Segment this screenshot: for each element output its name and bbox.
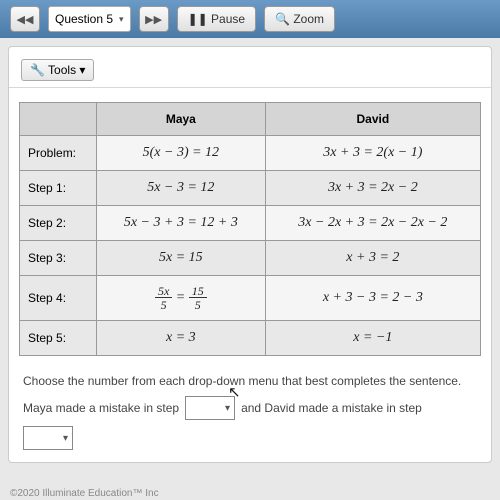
chevron-down-icon: ▾ xyxy=(119,14,124,25)
head-blank xyxy=(20,103,97,136)
content-panel: 🔧 Tools ▾ Maya David Problem: 5(x − 3) =… xyxy=(8,46,492,463)
row-step1: Step 1: 5x − 3 = 12 3x + 3 = 2x − 2 xyxy=(20,171,481,206)
footer-copyright: ©2020 Illuminate Education™ Inc xyxy=(10,488,159,499)
work-table: Maya David Problem: 5(x − 3) = 12 3x + 3… xyxy=(19,102,481,356)
david-step-dropdown[interactable]: ▾ xyxy=(23,426,73,450)
top-toolbar: ◀◀ Question 5 ▾ ▶▶ ❚❚ Pause 🔍 Zoom xyxy=(0,0,500,38)
maya-step2: 5x − 3 + 3 = 12 + 3 xyxy=(97,206,266,241)
tools-button[interactable]: 🔧 Tools ▾ xyxy=(21,59,94,81)
row-label: Step 1: xyxy=(20,171,97,206)
fill-part2: and David made a mistake in step xyxy=(241,401,422,415)
maya-step4-frac-right: 155 xyxy=(189,285,207,311)
row-step5: Step 5: x = 3 x = −1 xyxy=(20,321,481,356)
forward-button[interactable]: ▶▶ xyxy=(139,6,169,32)
zoom-button[interactable]: 🔍 Zoom xyxy=(264,6,335,32)
row-label: Step 5: xyxy=(20,321,97,356)
maya-step4: 5x5 = 155 xyxy=(97,276,266,321)
david-step4: x + 3 − 3 = 2 − 3 xyxy=(265,276,480,321)
back-button[interactable]: ◀◀ xyxy=(10,6,40,32)
maya-step3: 5x = 15 xyxy=(97,241,266,276)
head-david: David xyxy=(265,103,480,136)
maya-step-dropdown[interactable]: ▾ xyxy=(185,396,235,420)
maya-step1: 5x − 3 = 12 xyxy=(97,171,266,206)
row-label: Step 3: xyxy=(20,241,97,276)
row-step2: Step 2: 5x − 3 + 3 = 12 + 3 3x − 2x + 3 … xyxy=(20,206,481,241)
row-label: Problem: xyxy=(20,136,97,171)
fill-part1: Maya made a mistake in step xyxy=(23,401,179,415)
row-problem: Problem: 5(x − 3) = 12 3x + 3 = 2(x − 1) xyxy=(20,136,481,171)
maya-step5: x = 3 xyxy=(97,321,266,356)
maya-problem: 5(x − 3) = 12 xyxy=(97,136,266,171)
david-step3: x + 3 = 2 xyxy=(265,241,480,276)
answer-row: Maya made a mistake in step ▾ and David … xyxy=(9,390,491,456)
pause-button[interactable]: ❚❚ Pause xyxy=(177,6,256,32)
row-step4: Step 4: 5x5 = 155 x + 3 − 3 = 2 − 3 xyxy=(20,276,481,321)
row-step3: Step 3: 5x = 15 x + 3 = 2 xyxy=(20,241,481,276)
work-table-wrap: Maya David Problem: 5(x − 3) = 12 3x + 3… xyxy=(9,88,491,364)
david-step2: 3x − 2x + 3 = 2x − 2x − 2 xyxy=(265,206,480,241)
question-label: Question 5 xyxy=(55,12,113,26)
david-problem: 3x + 3 = 2(x − 1) xyxy=(265,136,480,171)
tools-row: 🔧 Tools ▾ xyxy=(9,53,491,88)
instruction-text: Choose the number from each drop-down me… xyxy=(9,364,491,390)
maya-step4-frac-left: 5x5 xyxy=(155,285,172,311)
question-selector[interactable]: Question 5 ▾ xyxy=(48,6,131,32)
david-step1: 3x + 3 = 2x − 2 xyxy=(265,171,480,206)
head-maya: Maya xyxy=(97,103,266,136)
row-label: Step 4: xyxy=(20,276,97,321)
row-label: Step 2: xyxy=(20,206,97,241)
david-step5: x = −1 xyxy=(265,321,480,356)
